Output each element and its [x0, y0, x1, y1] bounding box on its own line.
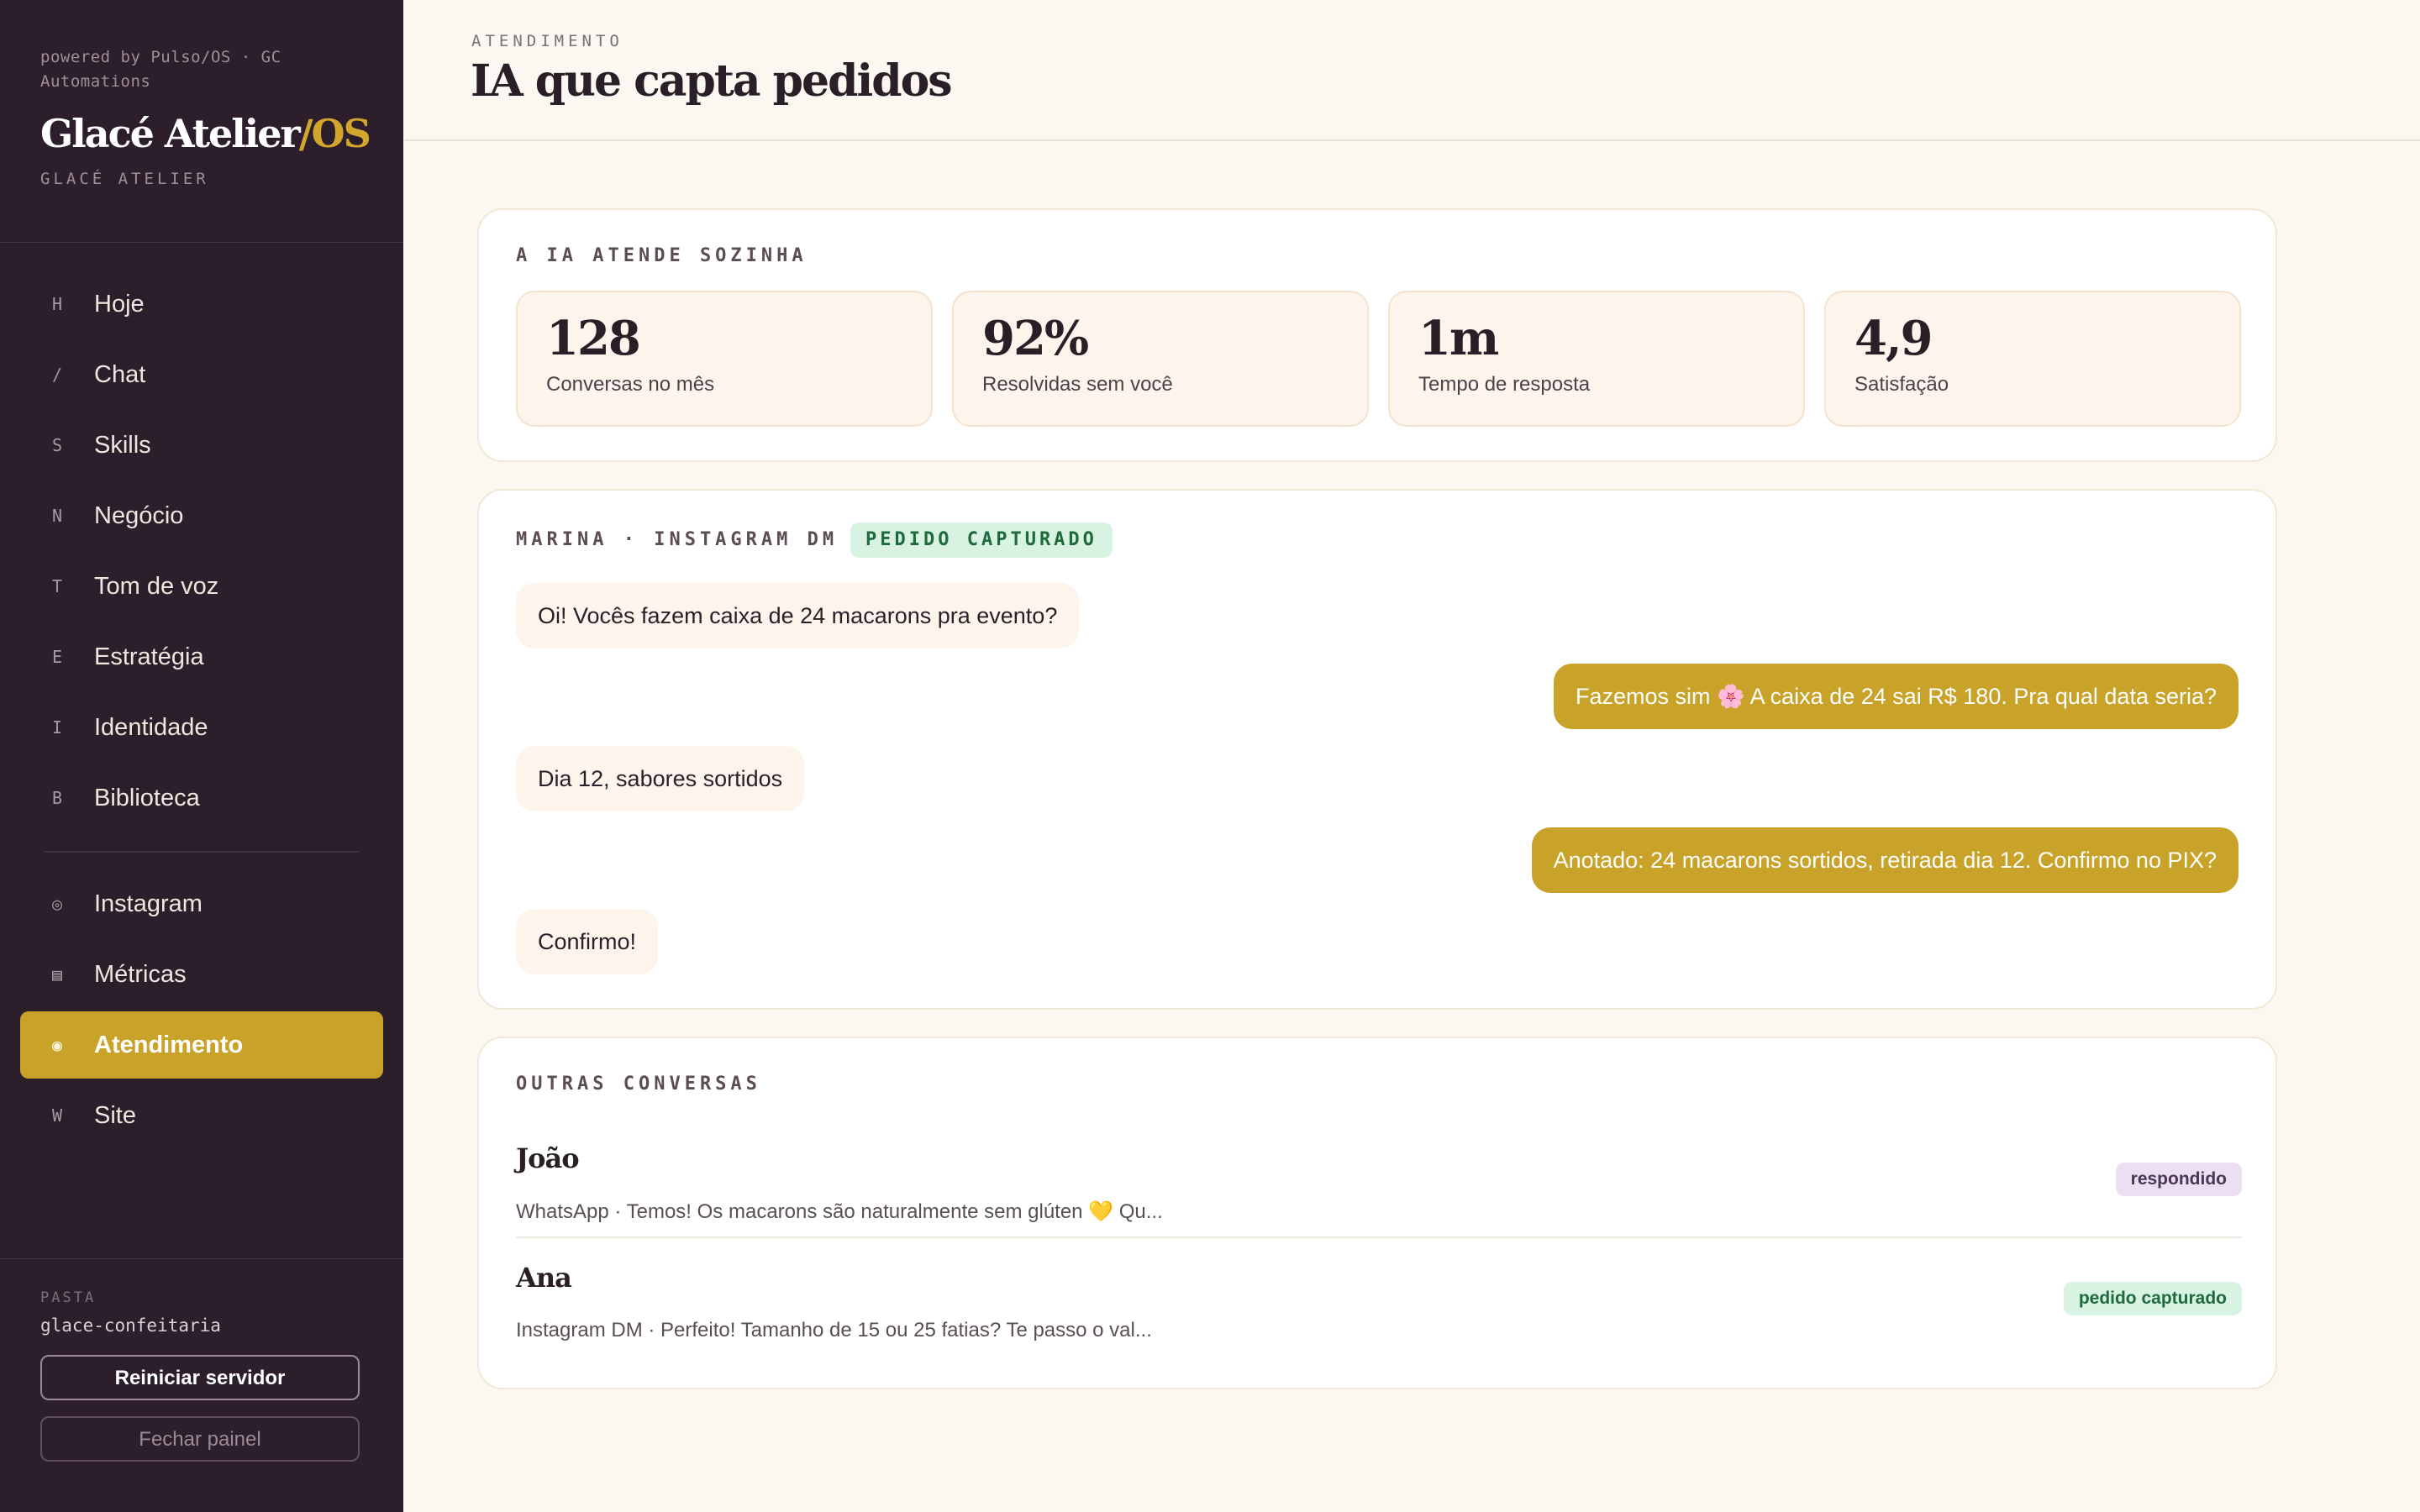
sidebar-item-site[interactable]: W Site — [20, 1082, 383, 1149]
other-conversations-card: OUTRAS CONVERSAS João WhatsApp · Temos! … — [477, 1037, 2277, 1389]
shortcut-key: I — [52, 717, 63, 738]
stat-caption: Resolvidas sem você — [982, 373, 1173, 396]
shortcut-key: B — [52, 788, 63, 808]
conversation-row-joao[interactable]: João WhatsApp · Temos! Os macarons são n… — [516, 1142, 2242, 1260]
shortcut-key: T — [52, 576, 63, 596]
restart-server-button[interactable]: Reiniciar servidor — [40, 1355, 360, 1400]
stat-conversations: 128 Conversas no mês — [516, 291, 933, 427]
conversation-preview: WhatsApp · Temos! Os macarons são natura… — [516, 1200, 1163, 1223]
sidebar-item-biblioteca[interactable]: B Biblioteca — [20, 764, 383, 832]
brand-name: Glacé Atelier — [40, 111, 301, 156]
status-tag: pedido capturado — [2063, 1282, 2242, 1315]
page-title: IA que capta pedidos — [471, 55, 953, 107]
sidebar: powered by Pulso/OS · GC Automations Gla… — [0, 0, 403, 1512]
sidebar-item-label: Tom de voz — [94, 572, 219, 600]
shortcut-key: W — [52, 1105, 63, 1126]
stats-card-eyebrow: A IA ATENDE SOZINHA — [516, 245, 808, 266]
conversation-name: Ana — [516, 1262, 572, 1294]
stat-value: 1m — [1418, 311, 1499, 366]
shortcut-key: S — [52, 435, 63, 455]
row-divider — [516, 1236, 2242, 1238]
sidebar-item-label: Negócio — [94, 501, 184, 529]
stat-response-time: 1m Tempo de resposta — [1388, 291, 1805, 427]
sidebar-item-skills[interactable]: S Skills — [20, 412, 383, 479]
conversation-eyebrow: MARINA · INSTAGRAM DM — [516, 529, 839, 550]
folder-value: glace-confeitaria — [40, 1315, 221, 1336]
ai-message: Anotado: 24 macarons sortidos, retirada … — [1531, 827, 2238, 893]
sidebar-item-estrategia[interactable]: E Estratégia — [20, 623, 383, 690]
sidebar-item-label: Atendimento — [94, 1031, 244, 1058]
sidebar-item-label: Site — [94, 1101, 136, 1129]
sidebar-item-chat[interactable]: / Chat — [20, 341, 383, 408]
folder-label: PASTA — [40, 1289, 97, 1306]
ai-message: Fazemos sim 🌸 A caixa de 24 sai R$ 180. … — [1553, 664, 2238, 729]
atendimento-icon: ◉ — [52, 1035, 63, 1055]
stats-card: A IA ATENDE SOZINHA 128 Conversas no mês… — [477, 208, 2277, 462]
shortcut-key: / — [52, 365, 63, 385]
sidebar-divider — [0, 242, 403, 243]
brand-subtitle: GLACÉ ATELIER — [40, 170, 209, 188]
stat-caption: Tempo de resposta — [1418, 373, 1591, 396]
conversation-card: MARINA · INSTAGRAM DM PEDIDO CAPTURADO O… — [477, 489, 2277, 1010]
sidebar-item-metricas[interactable]: ▤ Métricas — [20, 941, 383, 1008]
sidebar-item-label: Biblioteca — [94, 784, 200, 811]
other-conversations-eyebrow: OUTRAS CONVERSAS — [516, 1074, 761, 1095]
sidebar-item-atendimento[interactable]: ◉ Atendimento — [20, 1011, 383, 1079]
sidebar-item-label: Identidade — [94, 713, 208, 741]
sidebar-item-identidade[interactable]: I Identidade — [20, 694, 383, 761]
close-panel-button[interactable]: Fechar painel — [40, 1416, 360, 1462]
sidebar-item-label: Chat — [94, 360, 146, 388]
brand-suffix: /OS — [298, 111, 371, 156]
stat-value: 4,9 — [1854, 311, 1933, 366]
stat-caption: Conversas no mês — [546, 373, 715, 396]
stat-satisfaction: 4,9 Satisfação — [1824, 291, 2241, 427]
sidebar-item-label: Skills — [94, 431, 151, 459]
sidebar-item-label: Hoje — [94, 290, 145, 318]
stat-caption: Satisfação — [1854, 373, 1949, 396]
status-badge: PEDIDO CAPTURADO — [850, 522, 1113, 558]
conversation-preview: Instagram DM · Perfeito! Tamanho de 15 o… — [516, 1319, 1152, 1341]
metrics-icon: ▤ — [52, 964, 63, 984]
conversation-name: João — [516, 1142, 580, 1174]
page-header: ATENDIMENTO IA que capta pedidos — [404, 0, 2420, 141]
instagram-icon: ◎ — [52, 894, 63, 914]
powered-by-text: powered by Pulso/OS · GC Automations — [40, 48, 281, 91]
stat-resolved: 92% Resolvidas sem você — [952, 291, 1369, 427]
stat-value: 92% — [982, 311, 1089, 366]
sidebar-footer-divider — [0, 1258, 403, 1259]
shortcut-key: E — [52, 647, 63, 667]
client-message: Dia 12, sabores sortidos — [516, 746, 805, 811]
status-tag: respondido — [2115, 1163, 2242, 1196]
client-message: Confirmo! — [516, 909, 659, 974]
sidebar-item-label: Instagram — [94, 890, 203, 917]
conversation-row-ana[interactable]: Ana Instagram DM · Perfeito! Tamanho de … — [516, 1262, 2242, 1379]
client-message: Oi! Vocês fazem caixa de 24 macarons pra… — [516, 583, 1080, 648]
sidebar-item-tom-de-voz[interactable]: T Tom de voz — [20, 553, 383, 620]
sidebar-item-label: Estratégia — [94, 643, 204, 670]
shortcut-key: H — [52, 294, 63, 314]
section-eyebrow: ATENDIMENTO — [471, 32, 623, 50]
sidebar-item-hoje[interactable]: H Hoje — [20, 270, 383, 338]
stat-value: 128 — [546, 311, 641, 366]
sidebar-item-label: Métricas — [94, 960, 187, 988]
nav-separator — [44, 851, 360, 853]
sidebar-item-negocio[interactable]: N Negócio — [20, 482, 383, 549]
shortcut-key: N — [52, 506, 63, 526]
brand-logo[interactable]: Glacé Atelier/OS — [40, 111, 371, 156]
sidebar-item-instagram[interactable]: ◎ Instagram — [20, 870, 383, 937]
